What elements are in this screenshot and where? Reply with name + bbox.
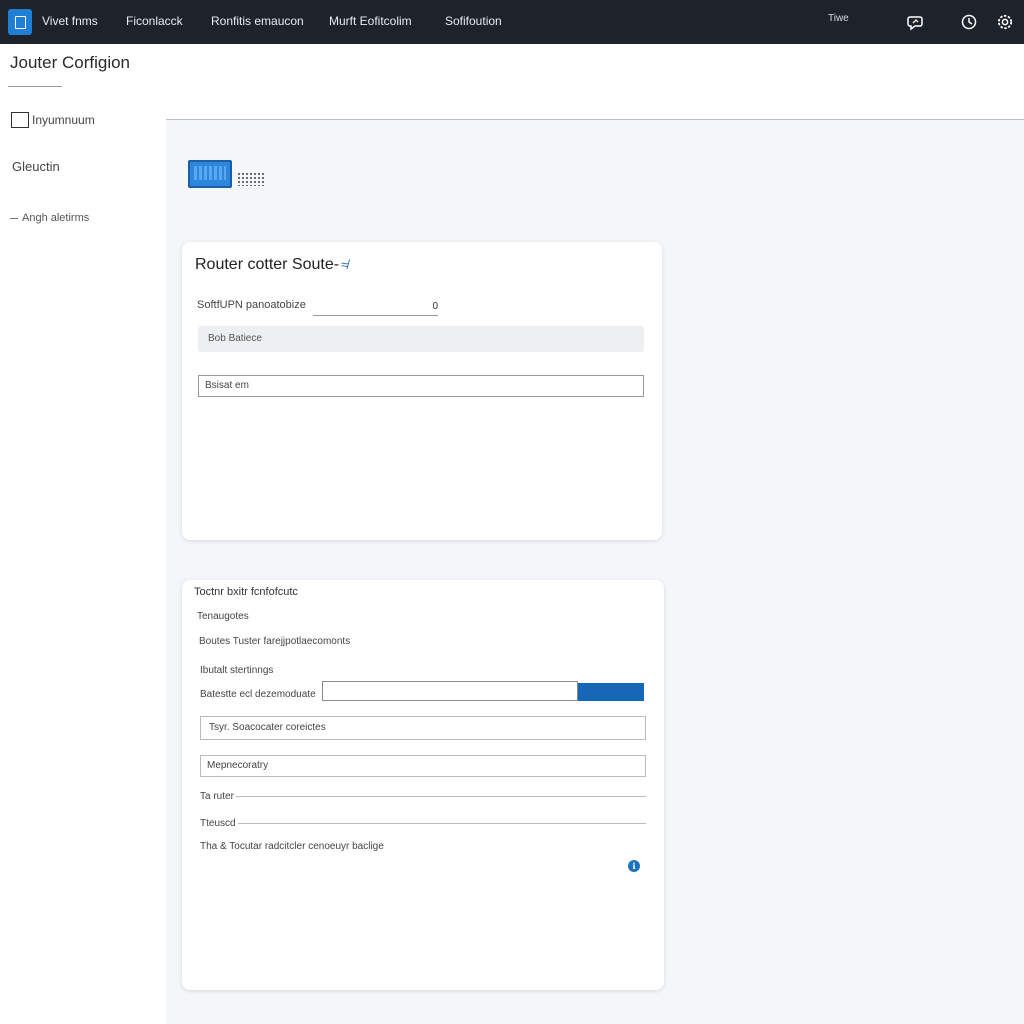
field-input[interactable]: 0 (313, 294, 438, 316)
sidebar-checkbox-row[interactable]: Inyumnuum (11, 112, 95, 128)
line-field-2-rule (237, 822, 646, 824)
line-field-1-rule (235, 795, 646, 797)
top-navigation-bar: Vivet fnms Ficonlacck Ronfitis emaucon M… (0, 0, 1024, 44)
settings-icon[interactable] (996, 13, 1014, 31)
nav-item-3[interactable]: Ronfitis emaucon (211, 14, 304, 28)
sidebar: Inyumnuum Gleuctin Angh aletirms (0, 104, 166, 1024)
card-title-text: Router cotter Soute- (195, 256, 340, 273)
readonly-bar: Bob Batiece (198, 326, 644, 352)
card-title: Router cotter Soute- ≉ (195, 256, 348, 274)
apply-button[interactable] (578, 683, 644, 701)
sidebar-subitem-label: Angh aletirms (22, 212, 90, 224)
field-label: SoftfUPN panoatobize (197, 299, 306, 311)
sidebar-item[interactable]: Gleuctin (12, 159, 60, 174)
router-settings-card: Router cotter Soute- ≉ SoftfUPN panoatobi… (182, 242, 662, 540)
inline-field-input[interactable] (322, 681, 578, 701)
inline-field-label: Batestte ecl dezemoduate (200, 689, 316, 700)
section-label-3: Ibutalt stertinngs (200, 665, 274, 676)
dash-icon (10, 217, 18, 219)
top-extra-text: Tiwe (828, 13, 849, 24)
title-underline (8, 86, 62, 87)
nav-item-5[interactable]: Sofifoution (445, 14, 502, 28)
sidebar-subitem[interactable]: Angh aletirms (10, 212, 89, 224)
footer-text: Tha & Tocutar radcitcler cenoeuyr baclig… (200, 841, 384, 852)
signal-icon: ≉ (341, 257, 349, 272)
router-configuration-card: Toctnr bxitr fcnfofcutc Tenaugotes Boute… (182, 580, 664, 990)
line-field-2[interactable]: Tteuscd (200, 816, 646, 830)
clock-icon[interactable] (960, 13, 978, 31)
text-field-2[interactable]: Mepnecoratry (200, 755, 646, 777)
sidebar-checkbox-label: Inyumnuum (32, 113, 95, 127)
nav-item-4[interactable]: Murft Eofitcolim (329, 14, 412, 28)
dots-icon (237, 172, 265, 186)
line-field-1[interactable]: Ta ruter (200, 789, 646, 803)
section-label-2: Boutes Tuster farejjpotlaecomonts (199, 636, 351, 647)
line-field-1-label: Ta ruter (200, 790, 234, 802)
info-icon[interactable]: i (628, 860, 640, 872)
main-content: Router cotter Soute- ≉ SoftfUPN panoatobi… (166, 120, 1024, 1024)
message-icon[interactable] (907, 13, 925, 31)
line-field-2-label: Tteuscd (200, 817, 236, 829)
text-input[interactable]: Bsisat em (198, 375, 644, 397)
page-title: Jouter Corfigion (10, 53, 131, 72)
card-heading: Toctnr bxitr fcnfofcutc (194, 586, 298, 598)
text-field-1[interactable]: Tsyr. Soacocater coreictes (200, 716, 646, 740)
nav-item-1[interactable]: Vivet fnms (42, 14, 98, 28)
section-label-1: Tenaugotes (197, 611, 249, 622)
app-logo-icon[interactable] (8, 9, 32, 35)
nav-item-2[interactable]: Ficonlacck (126, 14, 183, 28)
sidebar-checkbox[interactable] (11, 112, 29, 128)
router-device-icon (188, 160, 232, 188)
